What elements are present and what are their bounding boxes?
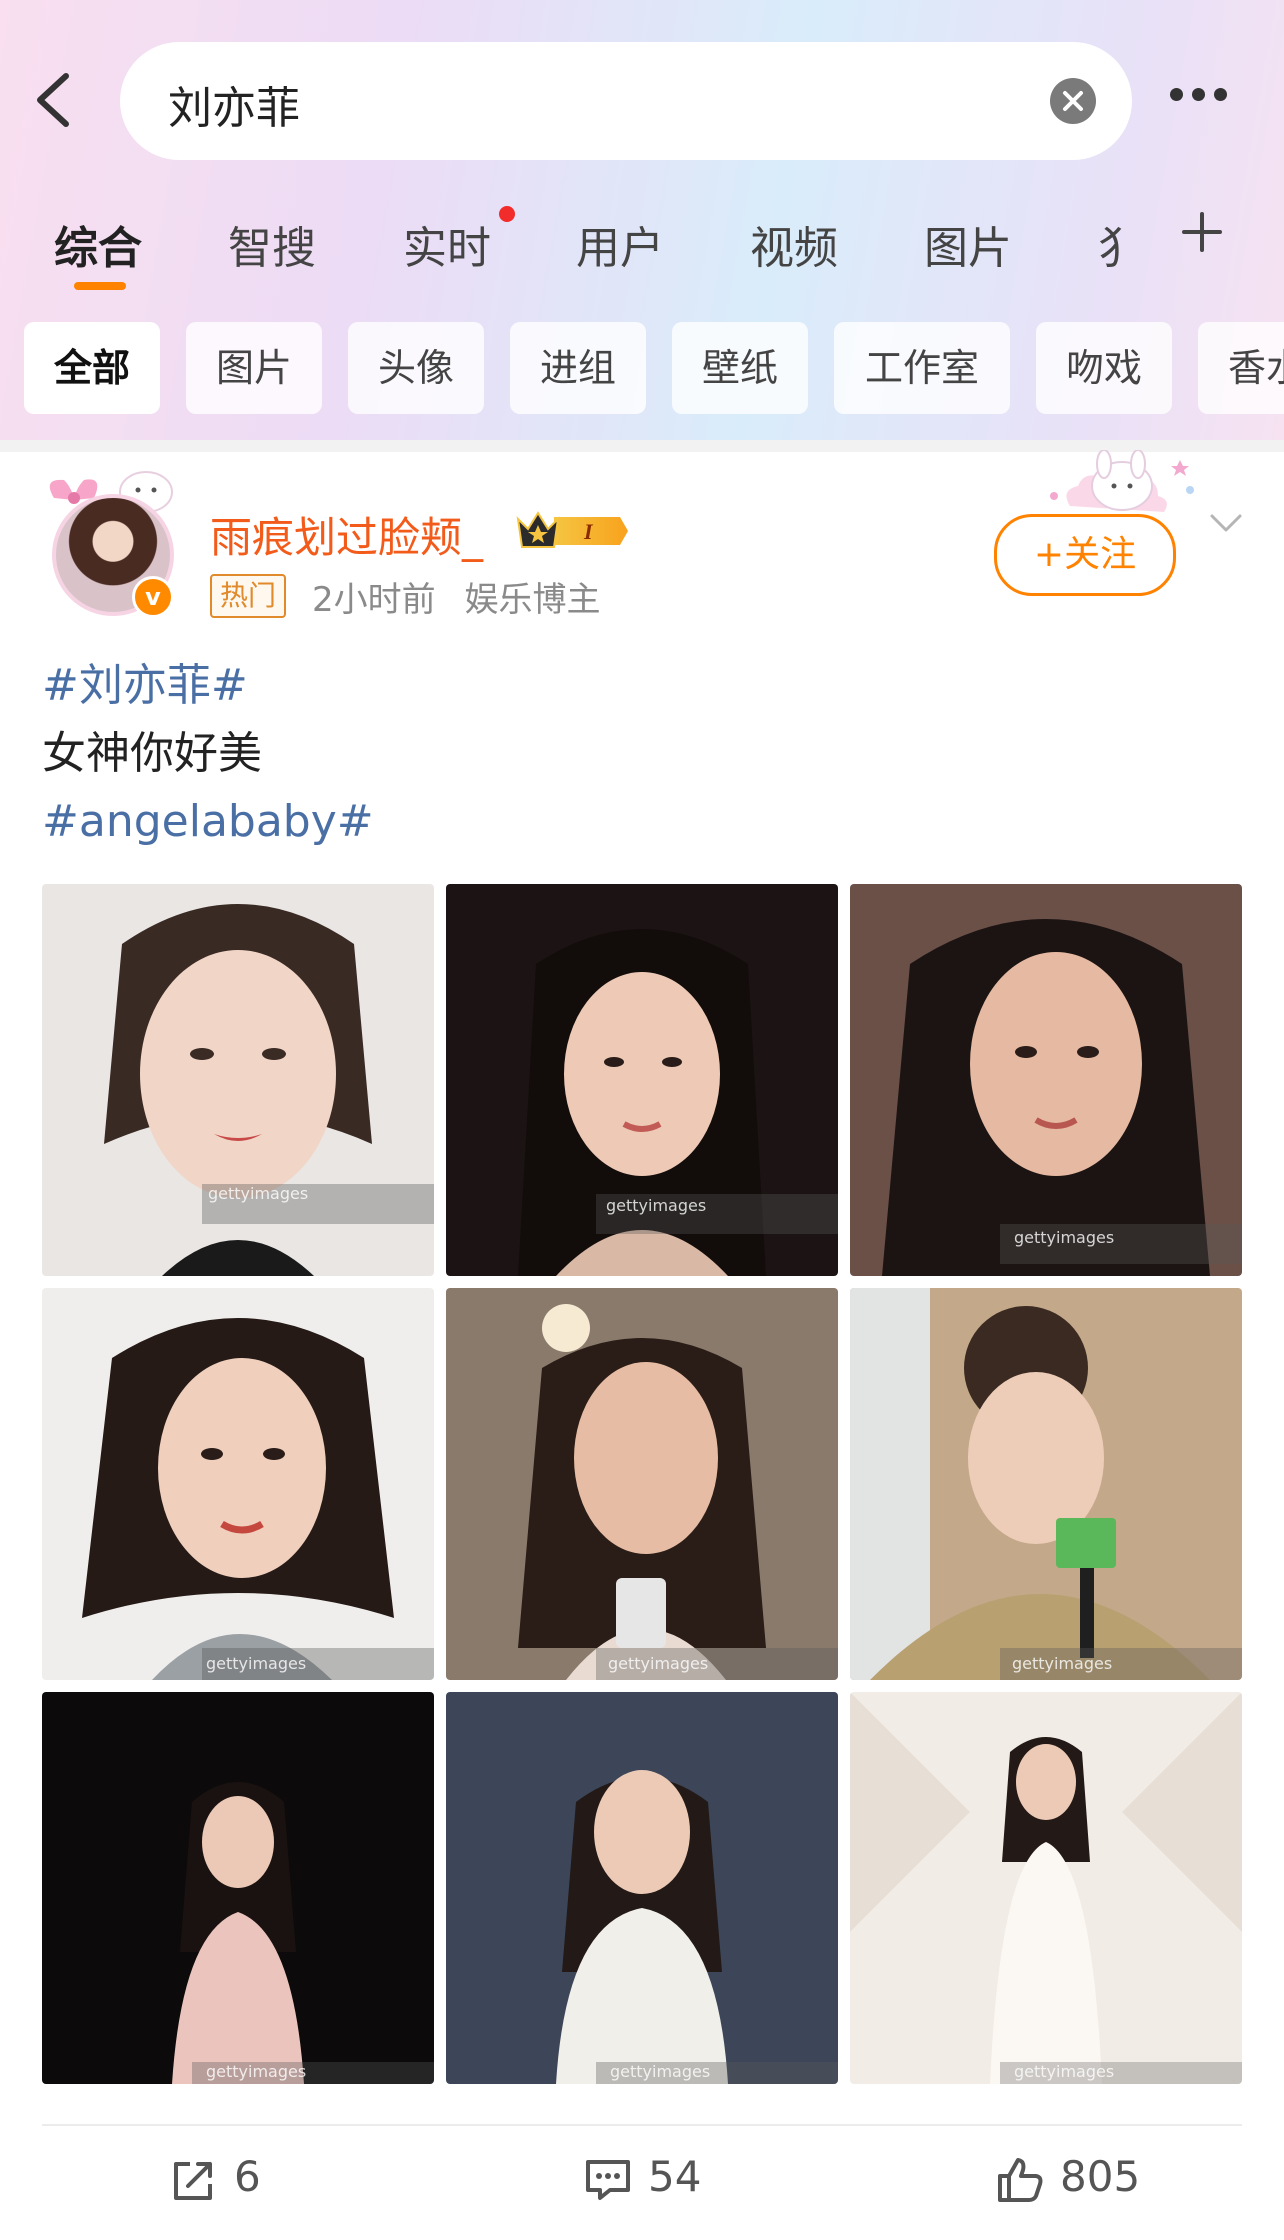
post-photo[interactable]: gettyimages — [446, 884, 838, 1276]
tab-comprehensive[interactable]: 综合 — [54, 212, 142, 276]
chip-studio[interactable]: 工作室 — [834, 322, 1010, 414]
avatar[interactable]: v — [34, 458, 184, 628]
repost-count: 6 — [234, 2152, 261, 2201]
filter-chips: 全部 图片 头像 进组 壁纸 工作室 吻戏 香水 — [0, 322, 1284, 414]
chip-perfume[interactable]: 香水 — [1198, 322, 1284, 414]
photo-watermark: gettyimages — [208, 1184, 309, 1203]
photo-watermark: gettyimages — [1014, 1228, 1115, 1247]
photo-watermark: gettyimages — [610, 2062, 711, 2081]
tab-more-clipped[interactable]: 犭 — [1098, 212, 1128, 276]
add-tab-icon[interactable] — [1180, 210, 1224, 254]
chip-kiss-scene[interactable]: 吻戏 — [1036, 322, 1172, 414]
bunny-decoration-icon — [1050, 450, 1194, 512]
post-photo[interactable]: gettyimages — [42, 1288, 434, 1680]
photo-watermark: gettyimages — [206, 2062, 307, 2081]
photo-watermark: gettyimages — [1012, 1654, 1113, 1673]
hashtag-angelababy[interactable]: #angelababy# — [42, 792, 374, 852]
chip-all[interactable]: 全部 — [24, 322, 160, 414]
clear-icon[interactable] — [1050, 78, 1096, 124]
tab-videos[interactable]: 视频 — [750, 212, 838, 276]
comment-icon — [586, 2160, 630, 2200]
post-photo[interactable]: gettyimages — [850, 1692, 1242, 2084]
more-icon[interactable] — [1170, 86, 1240, 116]
like-button[interactable]: 805 — [996, 2150, 1216, 2210]
photo-watermark: gettyimages — [1014, 2062, 1115, 2081]
post-photo[interactable]: gettyimages — [850, 884, 1242, 1276]
photo-watermark: gettyimages — [606, 1196, 707, 1215]
post-photo[interactable]: gettyimages — [446, 1692, 838, 2084]
search-input[interactable]: 刘亦菲 — [120, 42, 1132, 160]
search-tabs: 综合 智搜 实时 用户 视频 图片 犭 — [0, 200, 1284, 290]
tab-smart-search[interactable]: 智搜 — [228, 212, 316, 276]
photo-watermark: gettyimages — [206, 1654, 307, 1673]
post-photo[interactable]: gettyimages — [42, 1692, 434, 2084]
thumbs-up-icon — [998, 2158, 1043, 2202]
action-divider — [42, 2124, 1242, 2126]
comment-button[interactable]: 54 — [584, 2150, 784, 2210]
like-count: 805 — [1060, 2152, 1141, 2201]
repost-button[interactable]: 6 — [170, 2150, 370, 2210]
post-meta: 2小时前 娱乐博主 — [312, 572, 600, 621]
photo-watermark: gettyimages — [608, 1654, 709, 1673]
vip-level: I — [583, 519, 594, 544]
post-photo[interactable]: gettyimages — [446, 1288, 838, 1680]
verified-badge-icon: v — [132, 576, 174, 618]
username[interactable]: 雨痕划过脸颊_ — [210, 504, 483, 565]
back-icon[interactable] — [30, 70, 80, 130]
post-photo[interactable]: gettyimages — [42, 884, 434, 1276]
notification-dot — [499, 206, 515, 222]
chip-join-crew[interactable]: 进组 — [510, 322, 646, 414]
post-photo[interactable]: gettyimages — [850, 1288, 1242, 1680]
hashtag-liuyifei[interactable]: #刘亦菲# — [42, 656, 248, 716]
chevron-down-icon[interactable] — [1206, 508, 1246, 538]
post-source: 娱乐博主 — [464, 580, 601, 620]
post-body-text: 女神你好美 — [42, 728, 262, 779]
comment-count: 54 — [648, 2152, 702, 2201]
chip-pictures[interactable]: 图片 — [186, 322, 322, 414]
tab-users[interactable]: 用户 — [576, 212, 664, 276]
chip-wallpaper[interactable]: 壁纸 — [672, 322, 808, 414]
hot-tag-badge: 热门 — [210, 574, 287, 618]
search-query: 刘亦菲 — [168, 83, 300, 134]
chip-avatar[interactable]: 头像 — [348, 322, 484, 414]
vip-crown-badge-icon: I — [516, 511, 628, 548]
tab-realtime[interactable]: 实时 — [403, 212, 491, 276]
post-time: 2小时前 — [312, 580, 436, 620]
search-header: 刘亦菲 综合 智搜 实时 用户 视频 图片 犭 全部 图片 头像 进组 壁纸 工… — [0, 0, 1284, 440]
active-tab-indicator — [74, 282, 126, 290]
repost-icon — [174, 2162, 212, 2200]
tab-pictures[interactable]: 图片 — [924, 212, 1012, 276]
follow-button[interactable]: +关注 — [994, 514, 1176, 596]
